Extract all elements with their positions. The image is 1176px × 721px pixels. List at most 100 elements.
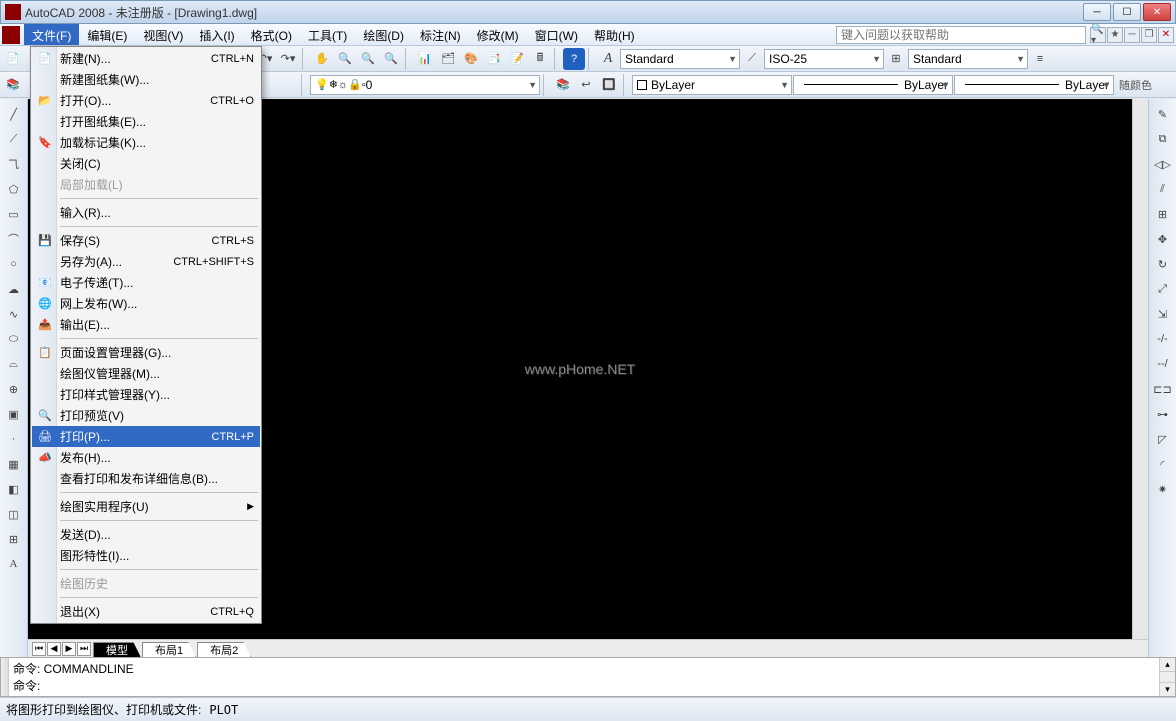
extend-icon[interactable]: --/: [1152, 353, 1174, 375]
circle-icon[interactable]: ○: [3, 253, 25, 275]
offset-icon[interactable]: ⫽: [1152, 178, 1174, 200]
menu-dimension[interactable]: 标注(N): [412, 24, 469, 45]
layer-iso-icon[interactable]: 🔲: [598, 74, 620, 96]
maximize-button[interactable]: ☐: [1113, 3, 1141, 21]
close-button[interactable]: ✕: [1143, 3, 1171, 21]
menu-item-open[interactable]: 📂打开(O)...CTRL+O: [32, 90, 260, 111]
menu-view[interactable]: 视图(V): [135, 24, 191, 45]
dimstyle-dropdown[interactable]: ISO-25▼: [764, 49, 884, 69]
arc-icon[interactable]: ⌒: [3, 228, 25, 250]
erase-icon[interactable]: ✎: [1152, 103, 1174, 125]
menu-item-etransmit[interactable]: 📧电子传递(T)...: [32, 272, 260, 293]
hatch-icon[interactable]: ▦: [3, 453, 25, 475]
ellipsearc-icon[interactable]: ⌓: [3, 353, 25, 375]
tab-model[interactable]: 模型: [93, 642, 141, 658]
menu-item-load-markup[interactable]: 🔖加载标记集(K)...: [32, 132, 260, 153]
zoom-prev-icon[interactable]: 🔍: [357, 48, 379, 70]
new-icon[interactable]: 📄: [2, 48, 24, 70]
menu-item-plotstyle-manager[interactable]: 打印样式管理器(Y)...: [32, 384, 260, 405]
mirror-icon[interactable]: ◁▷: [1152, 153, 1174, 175]
menu-item-page-setup[interactable]: 📋页面设置管理器(G)...: [32, 342, 260, 363]
ellipse-icon[interactable]: ⬭: [3, 328, 25, 350]
menu-item-plotter-manager[interactable]: 绘图仪管理器(M)...: [32, 363, 260, 384]
explode-icon[interactable]: ✷: [1152, 478, 1174, 500]
region-icon[interactable]: ◫: [3, 503, 25, 525]
break-icon[interactable]: ⊏⊐: [1152, 378, 1174, 400]
menu-item-draw-utils[interactable]: 绘图实用程序(U)▶: [32, 496, 260, 517]
menu-item-publish[interactable]: 📣发布(H)...: [32, 447, 260, 468]
command-line[interactable]: 命令: COMMANDLINE 命令: ▴ ▾: [0, 657, 1176, 697]
tab-next-button[interactable]: ▶: [62, 642, 76, 656]
menu-item-view-plot-details[interactable]: 查看打印和发布详细信息(B)...: [32, 468, 260, 489]
cmd-grip[interactable]: [1, 658, 9, 696]
menu-item-print[interactable]: 🖨打印(P)...CTRL+P: [32, 426, 260, 447]
menu-item-web-publish[interactable]: 🌐网上发布(W)...: [32, 293, 260, 314]
tab-prev-button[interactable]: ◀: [47, 642, 61, 656]
array-icon[interactable]: ⊞: [1152, 203, 1174, 225]
minimize-button[interactable]: ─: [1083, 3, 1111, 21]
gradient-icon[interactable]: ◧: [3, 478, 25, 500]
cmd-scroll-down-button[interactable]: ▾: [1160, 682, 1175, 696]
menu-item-saveas[interactable]: 另存为(A)...CTRL+SHIFT+S: [32, 251, 260, 272]
menu-item-print-preview[interactable]: 🔍打印预览(V): [32, 405, 260, 426]
table-icon[interactable]: ⊞: [3, 528, 25, 550]
doc-restore-button[interactable]: ❐: [1141, 27, 1157, 43]
xline-icon[interactable]: ⟋: [3, 128, 25, 150]
mtext-icon[interactable]: A: [3, 553, 25, 575]
cmd-scrollbar[interactable]: ▴ ▾: [1159, 658, 1175, 696]
pan-icon[interactable]: ✋: [311, 48, 333, 70]
menu-item-send[interactable]: 发送(D)...: [32, 524, 260, 545]
toolpalettes-icon[interactable]: 🎨: [460, 48, 482, 70]
lineweight-dropdown[interactable]: ByLayer▼: [954, 75, 1114, 95]
menu-item-open-sheetset[interactable]: 打开图纸集(E)...: [32, 111, 260, 132]
menu-insert[interactable]: 插入(I): [191, 24, 242, 45]
insert-icon[interactable]: ⊕: [3, 378, 25, 400]
rectangle-icon[interactable]: ▭: [3, 203, 25, 225]
spline-icon[interactable]: ∿: [3, 303, 25, 325]
join-icon[interactable]: ⊶: [1152, 403, 1174, 425]
menu-tools[interactable]: 工具(T): [300, 24, 355, 45]
menu-item-close[interactable]: 关闭(C): [32, 153, 260, 174]
move-icon[interactable]: ✥: [1152, 228, 1174, 250]
menu-draw[interactable]: 绘图(D): [355, 24, 412, 45]
polygon-icon[interactable]: ⬠: [3, 178, 25, 200]
tab-last-button[interactable]: ⏭: [77, 642, 91, 656]
pline-icon[interactable]: ⺄: [3, 153, 25, 175]
markup-icon[interactable]: 📝: [506, 48, 528, 70]
menu-modify[interactable]: 修改(M): [469, 24, 527, 45]
menu-help[interactable]: 帮助(H): [586, 24, 643, 45]
layer-dropdown[interactable]: 💡❄☼🔒▫ 0▼: [310, 75, 540, 95]
revcloud-icon[interactable]: ☁: [3, 278, 25, 300]
menu-format[interactable]: 格式(O): [243, 24, 300, 45]
search-icon[interactable]: 🔍▾: [1090, 27, 1106, 43]
menu-item-exit[interactable]: 退出(X)CTRL+Q: [32, 601, 260, 622]
layer-prev-icon[interactable]: ↩: [575, 74, 597, 96]
mlstyle-icon[interactable]: ≡: [1029, 48, 1051, 70]
menu-item-new[interactable]: 📄新建(N)...CTRL+N: [32, 48, 260, 69]
menu-item-new-sheetset[interactable]: 新建图纸集(W)...: [32, 69, 260, 90]
layer-prop-icon[interactable]: 📚: [2, 74, 24, 96]
color-dropdown[interactable]: ByLayer▼: [632, 75, 792, 95]
point-icon[interactable]: ·: [3, 428, 25, 450]
line-icon[interactable]: ╱: [3, 103, 25, 125]
textstyle-dropdown[interactable]: Standard▼: [620, 49, 740, 69]
tablestyle-icon[interactable]: ⊞: [885, 48, 907, 70]
doc-minimize-button[interactable]: ─: [1124, 27, 1140, 43]
menu-item-export[interactable]: 📤输出(E)...: [32, 314, 260, 335]
tab-layout1[interactable]: 布局1: [142, 642, 196, 658]
dimstyle-icon[interactable]: ⟋: [741, 48, 763, 70]
stretch-icon[interactable]: ⇲: [1152, 303, 1174, 325]
doc-close-button[interactable]: ✕: [1158, 27, 1174, 43]
cmd-scroll-up-button[interactable]: ▴: [1160, 658, 1175, 672]
properties-icon[interactable]: 📊: [414, 48, 436, 70]
tab-first-button[interactable]: ⏮: [32, 642, 46, 656]
fillet-icon[interactable]: ◜: [1152, 453, 1174, 475]
menu-edit[interactable]: 编辑(E): [79, 24, 135, 45]
layer-tools-icon[interactable]: 📚: [552, 74, 574, 96]
tablestyle-dropdown[interactable]: Standard▼: [908, 49, 1028, 69]
redo-icon[interactable]: ↷▾: [277, 48, 299, 70]
copy-obj-icon[interactable]: ⧉: [1152, 128, 1174, 150]
menu-file[interactable]: 文件(F): [24, 24, 79, 45]
rotate-icon[interactable]: ↻: [1152, 253, 1174, 275]
cmd-prompt[interactable]: 命令:: [13, 677, 1155, 694]
